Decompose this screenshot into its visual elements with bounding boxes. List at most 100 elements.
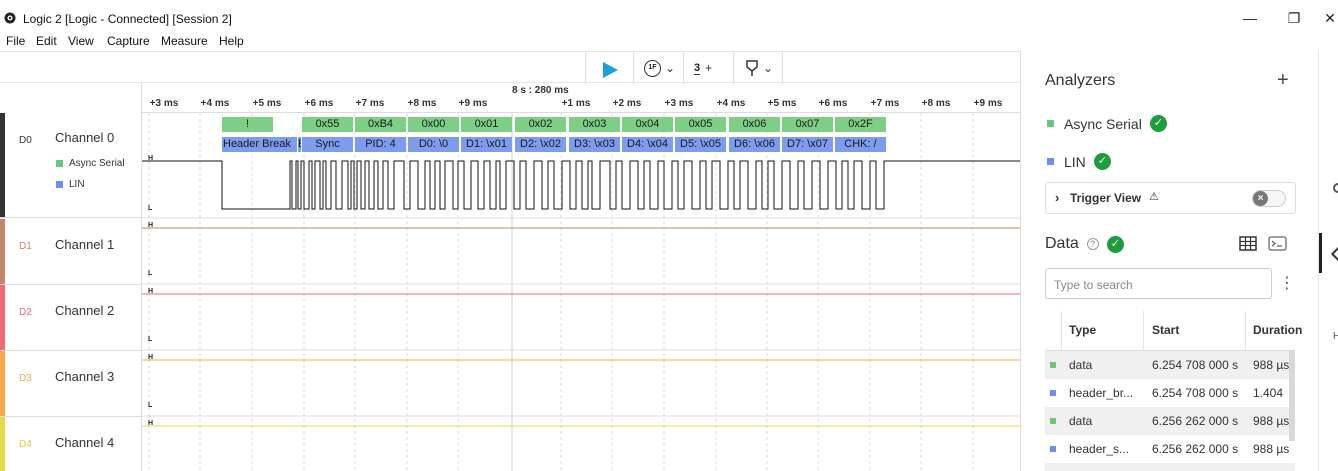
lin-frame[interactable]: D4: \x04 <box>622 137 673 152</box>
close-button[interactable]: ✕ <box>1320 8 1338 28</box>
channel-name[interactable]: Channel 2 <box>55 303 114 318</box>
terminal-view-icon[interactable] <box>1268 236 1287 251</box>
add-analyzer-button[interactable]: + <box>1277 69 1289 92</box>
table-view-icon[interactable] <box>1239 236 1257 251</box>
lin-frame[interactable]: D1: \x01 <box>461 137 512 152</box>
search-input[interactable]: Type to search <box>1045 268 1272 299</box>
column-header-duration[interactable]: Duration <box>1253 323 1302 337</box>
timing-tab-icon[interactable] <box>1333 183 1338 193</box>
channel-color-stripe <box>0 417 5 471</box>
level-low-d1: L <box>148 270 153 277</box>
restore-button[interactable]: ❐ <box>1284 8 1304 28</box>
analyzer-color-square <box>56 181 63 188</box>
logic-logo-icon <box>4 12 16 24</box>
serial-frame[interactable]: 0x05 <box>675 117 726 132</box>
timeline-ruler[interactable]: 8 s : 280 ms +3 ms +4 ms +5 ms +6 ms +7 ms +8… <box>142 83 1020 113</box>
data-title: Data <box>1045 235 1079 252</box>
lin-frame[interactable]: E <box>298 137 301 152</box>
check-icon: ✓ <box>1149 115 1167 132</box>
level-high-d0: H <box>148 155 154 162</box>
serial-frame[interactable]: 0x03 <box>569 117 620 132</box>
serial-frame[interactable]: ! <box>222 117 273 132</box>
trigger-button[interactable]: 1F ⌄ <box>644 58 675 78</box>
channel-name[interactable]: Channel 0 <box>55 130 114 145</box>
row-type: header_s... <box>1069 442 1130 456</box>
hotkeys-tab-icon[interactable]: H <box>1333 331 1338 342</box>
lin-frame[interactable]: D3: \x03 <box>569 137 620 152</box>
analyzer-item-lin[interactable]: LIN ✓ <box>1047 153 1111 170</box>
serial-frame[interactable]: 0x07 <box>782 117 833 132</box>
channel-name[interactable]: Channel 3 <box>55 369 114 384</box>
lin-frame[interactable]: Header Break <box>222 137 297 152</box>
channel-row-d4[interactable]: D4 Channel 4 <box>0 417 142 471</box>
column-header-start[interactable]: Start <box>1152 323 1179 337</box>
lin-frame[interactable]: CHK: / <box>835 137 886 152</box>
trigger-view-toggle[interactable]: × <box>1252 190 1286 207</box>
grid-lines <box>148 113 974 471</box>
lin-frame[interactable]: D5: \x05 <box>675 137 726 152</box>
channel-row-d2[interactable]: D2 Channel 2 <box>0 285 142 351</box>
lin-frame[interactable]: D2: \x02 <box>515 137 566 152</box>
more-options-icon[interactable]: ⋮ <box>1279 273 1295 293</box>
row-marker <box>1050 390 1056 396</box>
data-table: Type Start Duration data 6.254 708 000 s… <box>1045 311 1302 471</box>
serial-frame[interactable]: 0x06 <box>729 117 780 132</box>
table-row[interactable]: data 6.256 262 000 s 988 µs <box>1045 407 1295 435</box>
row-start: 6.254 708 000 s <box>1152 386 1239 400</box>
time-tick-label: +7 ms <box>870 98 900 109</box>
time-tick-label: +4 ms <box>200 98 230 109</box>
serial-frame[interactable]: 0x01 <box>461 117 512 132</box>
row-duration: 988 µs <box>1253 442 1290 456</box>
menu-measure[interactable]: Measure <box>161 34 208 48</box>
help-icon[interactable]: ? <box>1086 238 1099 250</box>
lin-frame[interactable]: Sync <box>302 137 353 152</box>
chevron-down-icon: ⌄ <box>665 61 676 75</box>
menu-file[interactable]: File <box>6 34 25 48</box>
menu-capture[interactable]: Capture <box>107 34 150 48</box>
time-tick-label: +1 ms <box>561 98 591 109</box>
serial-frame[interactable]: 0x00 <box>408 117 459 132</box>
analyzer-label: Async Serial <box>69 158 125 169</box>
level-high-d1: H <box>148 222 154 229</box>
title-bar: Logic 2 [Logic - Connected] [Session 2] … <box>0 0 1338 34</box>
play-group <box>585 52 633 84</box>
marker-button[interactable]: ⌄ <box>746 58 773 78</box>
table-row[interactable]: header_s... 6.256 262 000 s 988 µs <box>1045 435 1295 463</box>
analyzers-tab-icon[interactable] <box>1330 246 1338 262</box>
analyzer-item-async-serial[interactable]: Async Serial ✓ <box>1047 115 1167 132</box>
serial-frame[interactable]: 0xB4 <box>355 117 406 132</box>
lin-frame[interactable]: D7: \x07 <box>782 137 833 152</box>
column-header-type[interactable]: Type <box>1069 323 1096 337</box>
analyzer-name: Async Serial <box>1064 115 1142 132</box>
serial-frame[interactable]: 0x55 <box>302 117 353 132</box>
serial-frame[interactable]: 0x02 <box>515 117 566 132</box>
channel-id: D2 <box>19 307 32 318</box>
table-row[interactable]: data 6.254 708 000 s 988 µs <box>1045 351 1295 379</box>
channel-row-d3[interactable]: D3 Channel 3 <box>0 351 142 417</box>
trigger-view-row[interactable]: › Trigger View ⚠ × <box>1045 182 1296 214</box>
analyzer-color-square <box>1047 158 1054 165</box>
table-row[interactable]: header_br... 6.254 708 000 s 1.404 <box>1045 379 1295 407</box>
channel-name[interactable]: Channel 1 <box>55 237 114 252</box>
menu-help[interactable]: Help <box>219 34 244 48</box>
channel-name[interactable]: Channel 4 <box>55 435 114 450</box>
close-icon: × <box>1253 191 1268 206</box>
waveform-area[interactable]: H L H L H L H L H ! 0x55 0xB4 0x00 0x01 … <box>142 113 1020 471</box>
lin-frame[interactable]: D0: \0 <box>408 137 459 152</box>
channel-analyzer-lin: LIN <box>56 179 85 190</box>
analyzer-label: LIN <box>69 179 85 190</box>
channel-row-d0[interactable]: D0 Channel 0 Async Serial LIN <box>0 113 142 218</box>
table-scrollbar[interactable] <box>1289 351 1295 441</box>
menu-view[interactable]: View <box>68 34 94 48</box>
measure-icon: 3 <box>694 61 701 75</box>
measure-button[interactable]: 3 + <box>694 58 712 78</box>
play-icon[interactable] <box>602 60 618 80</box>
serial-frame[interactable]: 0x2F <box>835 117 886 132</box>
serial-frame[interactable]: 0x04 <box>622 117 673 132</box>
lin-frame[interactable]: PID: 4 <box>355 137 406 152</box>
minimize-button[interactable]: — <box>1240 8 1260 28</box>
menu-edit[interactable]: Edit <box>36 34 57 48</box>
level-high-d2: H <box>148 288 154 295</box>
channel-row-d1[interactable]: D1 Channel 1 <box>0 219 142 285</box>
lin-frame[interactable]: D6: \x06 <box>729 137 780 152</box>
